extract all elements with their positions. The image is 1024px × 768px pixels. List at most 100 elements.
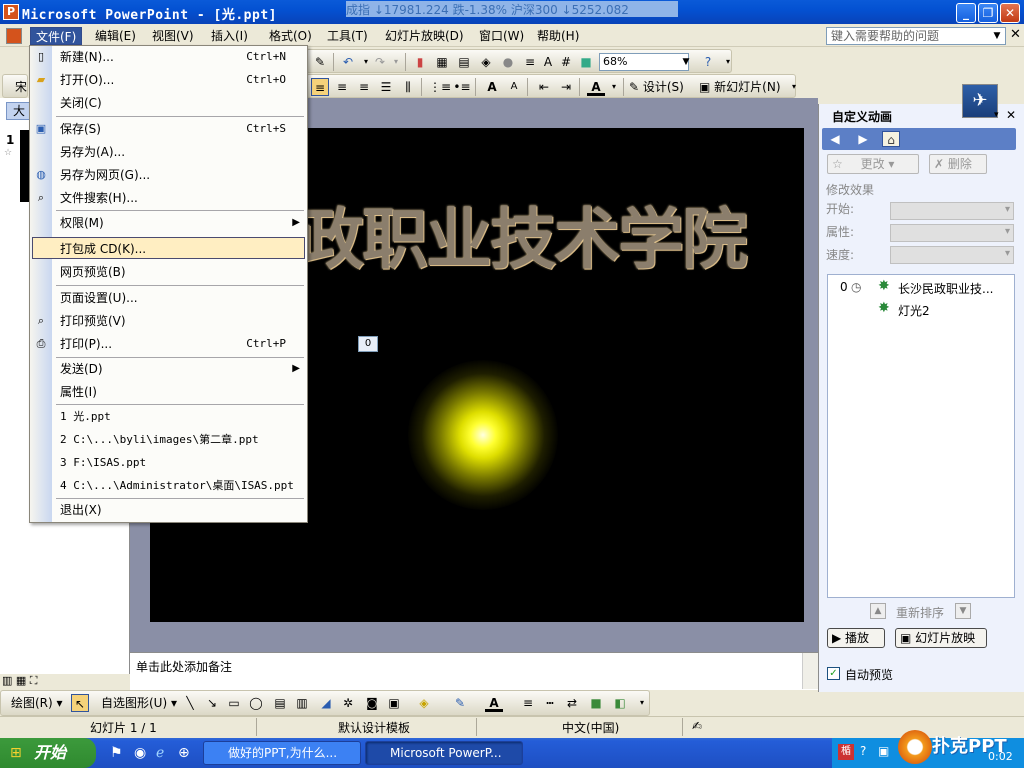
back-icon[interactable]: ◀	[826, 131, 844, 147]
light-glow-shape[interactable]	[408, 360, 558, 510]
menu-item-save[interactable]: 保存(S) Ctrl+S	[52, 118, 306, 140]
select-arrow-icon[interactable]: ↖	[71, 694, 89, 712]
recent-file-1[interactable]: 1 光.ppt	[52, 406, 306, 428]
decrease-indent-icon[interactable]: ⇤	[535, 78, 553, 96]
color-grayscale-icon[interactable]: ■	[577, 53, 595, 71]
menu-insert[interactable]: 插入(I)	[206, 27, 253, 45]
menu-item-send[interactable]: 发送(D) ▶	[52, 358, 306, 380]
taskbar-item-powerpoint[interactable]: Microsoft PowerP...	[365, 741, 523, 765]
play-button[interactable]: ▶ 播放	[827, 628, 885, 648]
menu-file[interactable]: 文件(F)	[30, 27, 83, 45]
menu-item-exit[interactable]: 退出(X)	[52, 499, 306, 521]
align-left-icon[interactable]: ≡	[311, 78, 329, 96]
slideshow-button[interactable]: ▣ 幻灯片放映	[895, 628, 987, 648]
close-window-button[interactable]: ✕	[1000, 3, 1020, 23]
menu-item-permission[interactable]: 权限(M) ▶	[52, 212, 306, 234]
close-document-icon[interactable]: ✕	[1010, 27, 1021, 42]
move-up-icon[interactable]: ▲	[870, 603, 886, 619]
notes-placeholder[interactable]: 单击此处添加备注	[136, 658, 232, 675]
delete-effect-button[interactable]: ✗ 删除	[929, 154, 987, 174]
menu-view[interactable]: 视图(V)	[147, 27, 199, 45]
forward-icon[interactable]: ▶	[854, 131, 872, 147]
font-color-icon[interactable]: A	[587, 78, 605, 96]
increase-font-icon[interactable]: A	[483, 78, 501, 96]
title-bar[interactable]: P Microsoft PowerPoint - [光.ppt] 成指 ↓179…	[0, 0, 1024, 24]
menu-tools[interactable]: 工具(T)	[322, 27, 373, 45]
toolbar-options-icon[interactable]: ▾	[785, 78, 803, 96]
restore-button[interactable]: ❐	[978, 3, 998, 23]
menu-item-open[interactable]: 打开(O)... Ctrl+O	[52, 69, 306, 91]
vertical-textbox-icon[interactable]: ▥	[293, 694, 311, 712]
textbox-icon[interactable]: ▤	[271, 694, 289, 712]
help-tray-icon[interactable]: ?	[860, 744, 866, 758]
menu-item-file-search[interactable]: 文件搜索(H)...	[52, 187, 306, 209]
recent-file-3[interactable]: 3 F:\ISAS.ppt	[52, 452, 306, 474]
oval-icon[interactable]: ◯	[247, 694, 265, 712]
menu-window[interactable]: 窗口(W)	[474, 27, 529, 45]
menu-help[interactable]: 帮助(H)	[532, 27, 584, 45]
task-pane-menu-icon[interactable]: ▾	[994, 110, 999, 120]
hyperlink-icon[interactable]: ●	[499, 53, 517, 71]
new-slide-button[interactable]: ▣ 新幻灯片(N)	[699, 78, 781, 96]
draw-menu[interactable]: 绘图(R) ▾	[11, 694, 63, 712]
animation-item-name[interactable]: 灯光2	[898, 302, 930, 319]
redo-dropdown-icon[interactable]: ▾	[387, 53, 405, 71]
tables-borders-icon[interactable]: ▤	[455, 53, 473, 71]
start-select[interactable]	[890, 202, 1014, 220]
picture-icon[interactable]: ▣	[385, 694, 403, 712]
menu-item-print-preview[interactable]: 打印预览(V)	[52, 310, 306, 332]
menu-item-save-as[interactable]: 另存为(A)...	[52, 141, 306, 163]
undo-icon[interactable]: ↶	[339, 53, 357, 71]
increase-indent-icon[interactable]: ⇥	[557, 78, 575, 96]
notes-pane[interactable]	[130, 652, 818, 690]
wordart-icon[interactable]: ◢	[317, 694, 335, 712]
spellcheck-icon[interactable]: ✍	[692, 719, 702, 733]
view-buttons[interactable]: ▥ ▦ ⛶	[2, 674, 52, 690]
menu-item-print[interactable]: 打印(P)... Ctrl+P	[52, 333, 306, 355]
zoom-select[interactable]: 68%	[599, 53, 689, 71]
line-icon[interactable]: ╲	[181, 694, 199, 712]
move-down-icon[interactable]: ▼	[955, 603, 971, 619]
font-color-dropdown-icon[interactable]: ▾	[605, 78, 623, 96]
speed-select[interactable]	[890, 246, 1014, 264]
insert-table-icon[interactable]: ▦	[433, 53, 451, 71]
help-search-input[interactable]: 键入需要帮助的问题	[826, 27, 1006, 45]
home-icon[interactable]: ⌂	[882, 131, 900, 147]
fill-color-icon[interactable]: ◈	[415, 694, 433, 712]
tray-icon[interactable]: ▣	[878, 744, 889, 758]
menu-item-close[interactable]: 关闭(C)	[52, 92, 306, 114]
help-dropdown-icon[interactable]: ▼	[990, 28, 1004, 44]
shadow-icon[interactable]: ■	[587, 694, 605, 712]
quicklaunch-icon[interactable]: ◉	[134, 745, 146, 761]
quicklaunch-icon[interactable]: ⊕	[178, 745, 190, 761]
decrease-font-icon[interactable]: A	[505, 78, 523, 96]
font-color-draw-icon[interactable]: A	[485, 694, 503, 712]
numbering-icon[interactable]: ⋮≡	[429, 78, 451, 96]
autopreview-checkbox[interactable]: ✓	[827, 667, 840, 680]
minimize-button[interactable]: _	[956, 3, 976, 23]
menu-item-package-cd[interactable]: 打包成 CD(K)...	[32, 237, 305, 259]
task-pane-close-icon[interactable]: ✕	[1006, 108, 1016, 122]
animation-item-name[interactable]: 长沙民政职业技...	[898, 280, 993, 297]
input-method-icon[interactable]: 楯	[838, 744, 854, 760]
line-color-icon[interactable]: ✎	[451, 694, 469, 712]
zoom-dropdown-icon[interactable]: ▼	[677, 53, 695, 71]
menu-edit[interactable]: 编辑(E)	[90, 27, 141, 45]
autoshapes-menu[interactable]: 自选图形(U) ▾	[101, 694, 177, 712]
powerpoint-app-icon[interactable]: P	[3, 4, 19, 20]
align-center-icon[interactable]: ≡	[333, 78, 351, 96]
document-icon[interactable]	[6, 28, 22, 44]
menu-format[interactable]: 格式(O)	[264, 27, 317, 45]
show-grid-icon[interactable]: #	[557, 53, 575, 71]
insert-diagram-icon[interactable]: ◈	[477, 53, 495, 71]
menu-item-web-preview[interactable]: 网页预览(B)	[52, 261, 306, 283]
distribute-icon[interactable]: ⫼	[399, 78, 417, 96]
toolbar-options-icon[interactable]: ▾	[719, 53, 737, 71]
3d-icon[interactable]: ◧	[611, 694, 629, 712]
font-name-select[interactable]: 宋	[15, 78, 27, 95]
menu-item-save-as-web[interactable]: 另存为网页(G)...	[52, 164, 306, 186]
toolbar-options-icon[interactable]: ▾	[633, 694, 651, 712]
menu-item-new[interactable]: 新建(N)... Ctrl+N	[52, 46, 306, 68]
notes-scrollbar[interactable]	[802, 653, 818, 689]
menu-item-properties[interactable]: 属性(I)	[52, 381, 306, 403]
